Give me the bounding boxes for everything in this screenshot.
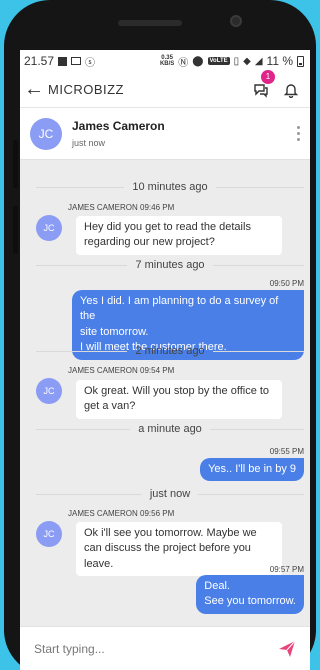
time-divider: 7 minutes ago xyxy=(36,258,304,272)
message-icon xyxy=(71,57,82,65)
incoming-message[interactable]: Ok great. Will you stop by the office to… xyxy=(76,380,282,419)
front-camera xyxy=(230,15,242,27)
incoming-message[interactable]: Hey did you get to read the details rega… xyxy=(76,216,282,255)
time-divider: a minute ago xyxy=(36,422,304,436)
phone-screen: 21.57 ⓢ 0.35 KB/S Ⓝ ⬤ VoLTE ▯ ◆ ◢ 11 % ← … xyxy=(20,50,310,670)
volte-icon: VoLTE xyxy=(207,57,230,65)
incoming-message[interactable]: Ok i'll see you tomorrow. Maybe we can d… xyxy=(76,522,282,577)
location-icon: ⬤ xyxy=(192,55,204,67)
message-sender-meta: JAMES CAMERON 09:54 PM xyxy=(68,366,175,375)
outgoing-message[interactable]: Yes.. I'll be in by 9 xyxy=(200,458,304,482)
wifi-icon: ◆ xyxy=(243,55,251,67)
app-title: MICROBIZZ xyxy=(48,82,124,97)
sender-avatar: JC xyxy=(36,521,62,547)
time-divider: just now xyxy=(36,487,304,501)
more-options-icon[interactable] xyxy=(297,126,300,141)
back-arrow-icon[interactable]: ← xyxy=(24,78,44,101)
battery-percent: 11 % xyxy=(266,54,293,68)
volume-down-button xyxy=(13,206,18,254)
message-time: 09:57 PM xyxy=(269,565,304,574)
message-time: 09:55 PM xyxy=(269,447,304,456)
notification-square-icon xyxy=(58,56,68,66)
message-sender-meta: JAMES CAMERON 09:56 PM xyxy=(68,509,175,518)
message-sender-meta: JAMES CAMERON 09:46 PM xyxy=(68,203,175,212)
chat-thread[interactable]: 10 minutes ago JAMES CAMERON 09:46 PM JC… xyxy=(20,160,310,626)
clock: 21.57 xyxy=(24,54,55,68)
sync-icon: ⓢ xyxy=(85,57,96,69)
battery-icon xyxy=(297,55,304,67)
nfc-icon: Ⓝ xyxy=(178,57,189,69)
signal-icon: ◢ xyxy=(254,55,263,67)
message-input[interactable] xyxy=(34,641,278,656)
time-divider: 2 minutes ago xyxy=(36,344,304,358)
outgoing-message[interactable]: Deal. See you tomorrow. xyxy=(196,575,304,614)
contact-last-seen: just now xyxy=(72,138,106,148)
message-time: 09:50 PM xyxy=(269,279,304,288)
chat-bubbles-icon xyxy=(254,83,268,98)
status-bar: 21.57 ⓢ 0.35 KB/S Ⓝ ⬤ VoLTE ▯ ◆ ◢ 11 % xyxy=(20,50,310,72)
vibrate-icon: ▯ xyxy=(233,55,240,67)
earpiece-speaker xyxy=(118,20,182,26)
sender-avatar: JC xyxy=(36,378,62,404)
sender-avatar: JC xyxy=(36,215,62,241)
message-composer xyxy=(20,626,310,670)
app-bar: ← MICROBIZZ 1 xyxy=(20,69,310,108)
contact-name: James Cameron xyxy=(72,119,165,133)
chat-notifications-button[interactable]: 1 xyxy=(250,69,275,101)
avatar: JC xyxy=(30,117,62,150)
bell-icon xyxy=(283,83,299,98)
time-divider: 10 minutes ago xyxy=(36,180,304,194)
contact-header[interactable]: JC James Cameron just now xyxy=(20,108,310,160)
network-speed: 0.35 KB/S xyxy=(159,55,175,67)
notification-badge: 1 xyxy=(261,69,275,84)
send-icon[interactable] xyxy=(278,640,296,658)
volume-up-button xyxy=(13,140,18,188)
bell-button[interactable] xyxy=(280,79,302,101)
